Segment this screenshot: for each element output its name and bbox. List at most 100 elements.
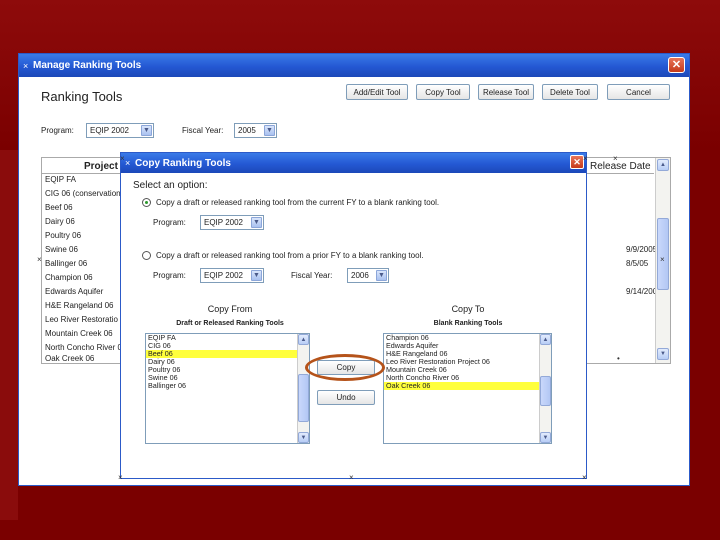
resize-handle-icon: × xyxy=(582,473,587,482)
option-prior-fy-radio[interactable] xyxy=(142,251,151,260)
grid-scroll-thumb[interactable] xyxy=(657,218,669,290)
select-option-heading: Select an option: xyxy=(133,180,208,191)
grid-row[interactable]: H&E Rangeland 06 xyxy=(45,301,114,310)
resize-handle-icon: × xyxy=(583,154,588,163)
option2-fiscal-year-select[interactable]: 2006 ▼ xyxy=(347,268,389,283)
copy-tool-button[interactable]: Copy Tool xyxy=(416,84,470,100)
page-title: Ranking Tools xyxy=(41,89,123,104)
list-item-selected[interactable]: Oak Creek 06 xyxy=(384,382,551,390)
list-item[interactable]: Edwards Aquifer xyxy=(384,342,551,350)
copy-from-list[interactable]: EQIP FA CIG 06 Beef 06 Dairy 06 Poultry … xyxy=(145,333,310,444)
dialog-close-button[interactable]: ✕ xyxy=(570,155,584,169)
copy-button-annotation-circle xyxy=(305,354,385,381)
fiscal-year-select[interactable]: 2005 ▼ xyxy=(234,123,277,138)
program-label: Program: xyxy=(41,126,74,135)
grid-row[interactable]: Poultry 06 xyxy=(45,231,81,240)
add-edit-tool-button[interactable]: Add/Edit Tool xyxy=(346,84,408,100)
title-handle-icon: × xyxy=(125,158,131,168)
copy-to-scrollbar[interactable]: ▲ ▼ xyxy=(539,334,551,443)
resize-handle-icon: • xyxy=(617,354,620,363)
grid-header-project: Project xyxy=(84,161,118,172)
scroll-down-icon[interactable]: ▼ xyxy=(298,432,309,443)
copy-from-scroll-thumb[interactable] xyxy=(298,374,309,422)
copy-from-scrollbar[interactable]: ▲ ▼ xyxy=(297,334,309,443)
grid-date-cell: 8/5/05 xyxy=(626,259,649,268)
dialog-title: Copy Ranking Tools xyxy=(135,157,231,169)
grid-row[interactable]: Swine 06 xyxy=(45,245,78,254)
cancel-button[interactable]: Cancel xyxy=(607,84,670,100)
grid-row[interactable]: Oak Creek 06 xyxy=(45,354,94,363)
scroll-up-icon[interactable]: ▲ xyxy=(657,159,669,171)
list-item[interactable]: Ballinger 06 xyxy=(146,382,309,390)
scroll-down-icon[interactable]: ▼ xyxy=(657,348,669,360)
option2-program-select[interactable]: EQIP 2002 ▼ xyxy=(200,268,264,283)
list-item[interactable]: CIG 06 xyxy=(146,342,309,350)
undo-button[interactable]: Undo xyxy=(317,390,375,405)
release-tool-button[interactable]: Release Tool xyxy=(478,84,534,100)
option2-fiscal-year-value: 2006 xyxy=(351,271,369,280)
grid-row[interactable]: Leo River Restoratio xyxy=(45,315,118,324)
grid-row[interactable]: North Concho River 06 xyxy=(45,343,126,352)
list-item[interactable]: EQIP FA xyxy=(146,334,309,342)
resize-handle-icon: × xyxy=(120,154,125,163)
grid-row[interactable]: Ballinger 06 xyxy=(45,259,87,268)
main-window-title: Manage Ranking Tools xyxy=(33,60,142,71)
chevron-down-icon[interactable]: ▼ xyxy=(376,270,387,281)
grid-row[interactable]: EQIP FA xyxy=(45,175,76,184)
grid-row[interactable]: Edwards Aquifer xyxy=(45,287,103,296)
resize-handle-icon: × xyxy=(660,255,665,264)
title-handle-icon: × xyxy=(23,60,29,71)
option-current-fy-label: Copy a draft or released ranking tool fr… xyxy=(156,198,440,207)
list-item[interactable]: Poultry 06 xyxy=(146,366,309,374)
grid-header-release-date: Release Date xyxy=(590,161,651,172)
list-item[interactable]: Mountain Creek 06 xyxy=(384,366,551,374)
scroll-up-icon[interactable]: ▲ xyxy=(298,334,309,345)
scroll-down-icon[interactable]: ▼ xyxy=(540,432,551,443)
fiscal-year-label: Fiscal Year: xyxy=(182,126,224,135)
program-select[interactable]: EQIP 2002 ▼ xyxy=(86,123,154,138)
resize-handle-icon: × xyxy=(349,473,354,482)
grid-row[interactable]: Beef 06 xyxy=(45,203,73,212)
option1-program-value: EQIP 2002 xyxy=(204,218,243,227)
copy-from-title: Copy From xyxy=(207,304,253,314)
option2-fiscal-year-label: Fiscal Year: xyxy=(291,271,333,280)
list-item[interactable]: Champion 06 xyxy=(384,334,551,342)
resize-handle-icon: × xyxy=(613,154,618,163)
main-close-button[interactable]: ✕ xyxy=(668,57,685,73)
chevron-down-icon[interactable]: ▼ xyxy=(251,217,262,228)
option1-program-select[interactable]: EQIP 2002 ▼ xyxy=(200,215,264,230)
chevron-down-icon[interactable]: ▼ xyxy=(141,125,152,136)
list-item[interactable]: Swine 06 xyxy=(146,374,309,382)
copy-to-list[interactable]: Champion 06 Edwards Aquifer H&E Rangelan… xyxy=(383,333,552,444)
option2-program-label: Program: xyxy=(153,271,186,280)
grid-date-cell: 9/9/2005 xyxy=(626,245,658,254)
grid-row[interactable]: Champion 06 xyxy=(45,273,93,282)
list-item-selected[interactable]: Beef 06 xyxy=(146,350,309,358)
option2-program-value: EQIP 2002 xyxy=(204,271,243,280)
grid-row[interactable]: Dairy 06 xyxy=(45,217,75,226)
delete-tool-button[interactable]: Delete Tool xyxy=(542,84,598,100)
option-prior-fy-label: Copy a draft or released ranking tool fr… xyxy=(156,251,424,260)
chevron-down-icon[interactable]: ▼ xyxy=(251,270,262,281)
grid-row[interactable]: CIG 06 (conservation xyxy=(45,189,121,198)
scroll-up-icon[interactable]: ▲ xyxy=(540,334,551,345)
slide-side-panel xyxy=(0,150,18,520)
option1-program-label: Program: xyxy=(153,218,186,227)
resize-handle-icon: × xyxy=(37,255,42,264)
chevron-down-icon[interactable]: ▼ xyxy=(264,125,275,136)
list-item[interactable]: Dairy 06 xyxy=(146,358,309,366)
copy-to-scroll-thumb[interactable] xyxy=(540,376,551,406)
list-item[interactable]: North Concho River 06 xyxy=(384,374,551,382)
list-item[interactable]: H&E Rangeland 06 xyxy=(384,350,551,358)
copy-to-subtitle: Blank Ranking Tools xyxy=(433,320,503,327)
main-titlebar: × Manage Ranking Tools xyxy=(19,54,689,77)
close-icon: ✕ xyxy=(671,58,682,71)
copy-to-title: Copy To xyxy=(451,304,485,314)
option-current-fy-radio[interactable] xyxy=(142,198,151,207)
list-item[interactable]: Leo River Restoration Project 06 xyxy=(384,358,551,366)
copy-ranking-tools-dialog: × Copy Ranking Tools ✕ Select an option:… xyxy=(120,152,587,479)
copy-from-subtitle: Draft or Released Ranking Tools xyxy=(176,320,284,327)
grid-row[interactable]: Mountain Creek 06 xyxy=(45,329,113,338)
dialog-titlebar: × Copy Ranking Tools xyxy=(121,153,586,173)
fiscal-year-select-value: 2005 xyxy=(238,126,256,135)
